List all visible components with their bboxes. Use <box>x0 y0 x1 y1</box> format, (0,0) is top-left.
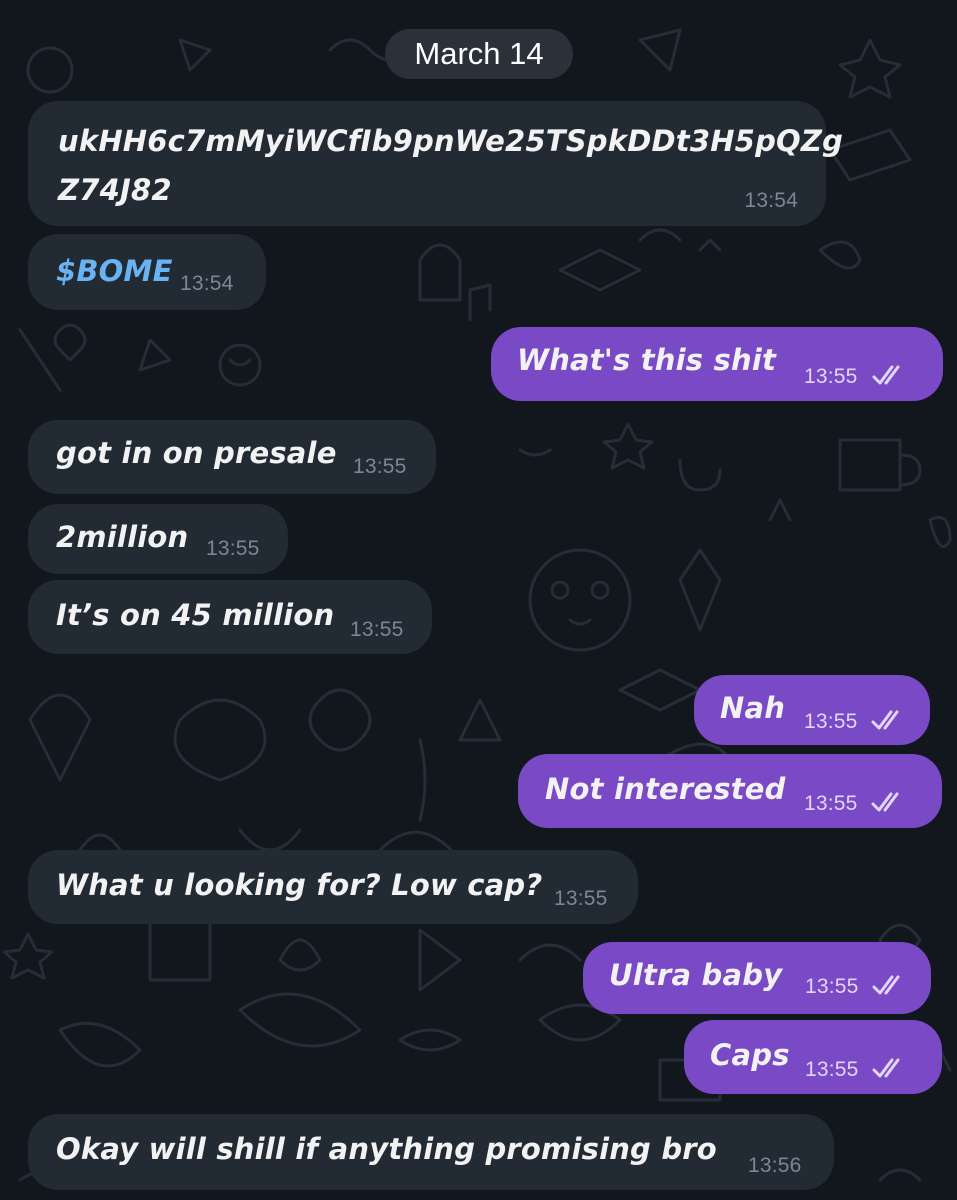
message-bubble-outgoing[interactable]: Not interested 13:55 <box>518 754 942 828</box>
message-time: 13:55 <box>350 618 404 641</box>
cashtag-link[interactable]: $BOME <box>56 254 173 288</box>
message-text: What's this shit <box>517 343 777 377</box>
message-time: 13:55 <box>804 710 858 733</box>
message-bubble-outgoing[interactable]: Ultra baby 13:55 <box>583 942 931 1014</box>
message-bubble-incoming[interactable]: It’s on 45 million 13:55 <box>28 580 432 654</box>
message-text: Okay will shill if anything promising br… <box>56 1132 717 1166</box>
message-text: 2million <box>56 520 189 554</box>
message-time: 13:55 <box>804 792 858 815</box>
message-text: Nah <box>720 691 786 725</box>
date-separator: March 14 <box>385 29 573 79</box>
message-time: 13:54 <box>180 272 234 295</box>
double-check-icon <box>872 975 900 995</box>
message-time: 13:55 <box>554 887 608 910</box>
message-text: Caps <box>710 1038 790 1072</box>
message-time: 13:54 <box>744 189 798 212</box>
message-text: Z74J82 <box>58 173 172 207</box>
message-time: 13:55 <box>353 455 407 478</box>
message-time: 13:55 <box>206 537 260 560</box>
double-check-icon <box>872 1058 900 1078</box>
message-time: 13:55 <box>805 1058 859 1081</box>
message-time: 13:55 <box>804 365 858 388</box>
message-bubble-incoming[interactable]: $BOME 13:54 <box>28 234 266 310</box>
message-bubble-outgoing[interactable]: Nah 13:55 <box>694 675 930 745</box>
message-time: 13:56 <box>748 1154 802 1177</box>
message-text: It’s on 45 million <box>56 598 335 632</box>
message-text: Not interested <box>545 772 786 806</box>
message-text: Ultra baby <box>609 958 783 992</box>
message-bubble-incoming[interactable]: What u looking for? Low cap? 13:55 <box>28 850 638 924</box>
message-time: 13:55 <box>805 975 859 998</box>
message-bubble-incoming[interactable]: ukHH6c7mMyiWCfIb9pnWe25TSpkDDt3H5pQZg Z7… <box>28 101 843 226</box>
message-bubble-incoming[interactable]: 2million 13:55 <box>28 504 288 574</box>
message-text: got in on presale <box>56 436 337 470</box>
double-check-icon <box>871 710 899 730</box>
message-text: ukHH6c7mMyiWCfIb9pnWe25TSpkDDt3H5pQZg <box>58 124 844 158</box>
double-check-icon <box>872 365 900 385</box>
message-bubble-outgoing[interactable]: What's this shit 13:55 <box>491 327 943 401</box>
message-bubble-outgoing[interactable]: Caps 13:55 <box>684 1020 942 1094</box>
message-bubble-incoming[interactable]: got in on presale 13:55 <box>28 420 436 494</box>
double-check-icon <box>871 792 899 812</box>
message-bubble-incoming[interactable]: Okay will shill if anything promising br… <box>28 1114 834 1190</box>
message-text: What u looking for? Low cap? <box>56 868 543 902</box>
